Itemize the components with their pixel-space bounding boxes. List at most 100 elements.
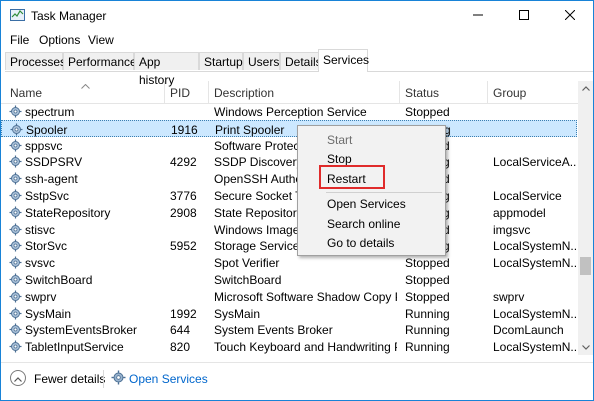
service-name-cell: ssh-agent [25,172,78,187]
table-row[interactable]: SwitchBoard SwitchBoard Stopped [1,271,577,288]
service-description-cell: SwitchBoard [214,273,282,287]
context-menu: Start Stop Restart Open Services Search … [297,125,446,256]
tab-app-history[interactable]: App history [134,52,199,87]
chevron-up-icon [14,371,22,385]
service-status-cell: Stopped [405,105,450,119]
footer-divider [1,362,593,363]
service-group-cell: LocalServiceA... [493,155,577,170]
services-gear-icon[interactable] [111,370,126,385]
service-gear-icon [9,223,22,236]
tab-users[interactable]: Users [243,52,280,70]
minimize-button[interactable] [455,1,501,31]
fewer-details-link[interactable]: Fewer details [34,372,105,386]
maximize-button[interactable] [501,1,547,31]
service-group-cell: LocalSystemN... [493,239,577,254]
service-name-cell: TabletInputService [25,340,124,355]
service-gear-icon [9,256,22,269]
context-menu-open-services[interactable]: Open Services [327,197,406,211]
scroll-down-button[interactable] [578,340,593,355]
menu-options[interactable]: Options [39,33,80,47]
column-divider[interactable] [208,81,209,103]
service-gear-icon [9,189,22,202]
column-header-group[interactable]: Group [493,86,526,100]
maximize-icon [519,9,529,23]
column-header-pid[interactable]: PID [170,86,190,100]
service-name-cell: stisvc [25,222,55,237]
minimize-icon [473,9,483,23]
tab-services[interactable]: Services [318,49,369,72]
menu-file[interactable]: File [10,33,29,47]
context-menu-search-online[interactable]: Search online [327,217,400,231]
task-manager-window: Task Manager File Options View Processes… [0,0,594,401]
menu-separator [326,192,442,193]
table-row[interactable]: stisvcWindows Image Acquisition (WIA)Sto… [1,221,577,238]
tab-startup[interactable]: Startup [199,52,243,70]
table-row-selected[interactable]: Spooler1916Print SpoolerRunning [1,119,577,137]
tab-performance[interactable]: Performance [63,52,137,70]
table-row[interactable]: svsvc Spot Verifier Stopped LocalSystemN... [1,254,577,271]
service-name-cell: StateRepository [25,205,111,220]
service-description-cell: SysMain [214,306,261,321]
service-description-cell: Touch Keyboard and Handwriting P... [214,340,397,355]
scroll-up-button[interactable] [578,81,593,96]
service-gear-icon [9,172,22,185]
vertical-scrollbar[interactable] [578,81,593,355]
column-divider[interactable] [164,81,165,103]
service-name-cell: Spooler [26,122,68,137]
service-gear-icon [9,340,22,353]
close-button[interactable] [547,1,593,31]
open-services-link[interactable]: Open Services [129,372,208,386]
service-status-cell: Stopped [405,256,450,271]
service-group-cell: swprv [493,289,525,304]
table-row[interactable]: SystemEventsBroker 644 System Events Broke… [1,321,577,338]
table-row[interactable]: ssh-agentOpenSSH Authentication AgentSto… [1,170,577,187]
service-description-cell: System Events Broker [214,323,333,338]
service-status-cell: Stopped [405,273,450,287]
window-title: Task Manager [31,9,107,23]
service-group-cell: DcomLaunch [493,323,564,338]
context-menu-go-to-details[interactable]: Go to details [327,236,394,250]
service-name-cell: swprv [25,289,57,304]
chevron-up-icon [581,84,590,93]
service-pid-cell: 5952 [170,239,197,254]
service-status-cell: Running [405,306,450,321]
service-group-cell: appmodel [493,205,546,220]
table-row[interactable]: StateRepository 2908 State Repository Serv… [1,204,577,221]
table-row[interactable]: swprv Microsoft Software Shadow Copy Pr..… [1,288,577,305]
column-header-description[interactable]: Description [214,86,274,100]
scroll-thumb[interactable] [580,257,591,275]
service-gear-icon [9,273,22,286]
service-group-cell: LocalSystemN... [493,306,577,321]
service-pid-cell: 2908 [170,205,197,220]
tab-details[interactable]: Details [280,52,322,70]
title-bar[interactable]: Task Manager [1,1,593,31]
context-menu-stop[interactable]: Stop [327,152,352,166]
column-divider[interactable] [399,81,400,103]
table-row[interactable]: StorSvc5952Storage ServiceRunningLocalSy… [1,237,577,254]
service-gear-icon [9,105,22,118]
table-row[interactable]: SSDPSRV4292SSDP DiscoveryRunningLocalSer… [1,153,577,170]
service-gear-icon [9,323,22,336]
table-row[interactable]: SstpSvc3776Secure Socket Tunneling Proto… [1,187,577,204]
service-gear-icon [9,155,22,168]
service-gear-icon [9,307,22,320]
table-row[interactable]: spectrum Windows Perception Service Stoppe… [1,103,577,120]
service-description-cell: Spot Verifier [214,256,280,271]
table-row[interactable]: SysMain 1992 SysMain Running LocalSystemN... [1,305,577,322]
service-pid-cell: 1992 [170,306,197,321]
service-pid-cell: 4292 [170,155,197,170]
service-pid-cell: 3776 [170,189,197,203]
table-row[interactable]: sppsvcSoftware ProtectionStopped [1,137,577,154]
restart-highlight-annotation [319,165,385,189]
context-menu-start[interactable]: Start [327,133,352,147]
column-header-status[interactable]: Status [405,86,439,100]
service-name-cell: SwitchBoard [25,273,93,287]
table-row[interactable]: TabletInputService 820 Touch Keyboard and … [1,338,577,355]
column-header-name[interactable]: Name [10,86,42,100]
column-divider[interactable] [487,81,488,103]
fewer-details-button[interactable] [10,370,26,386]
service-status-cell: Running [405,323,450,338]
tab-processes[interactable]: Processes [5,52,66,70]
menu-view[interactable]: View [88,33,114,47]
task-manager-icon [10,8,25,23]
